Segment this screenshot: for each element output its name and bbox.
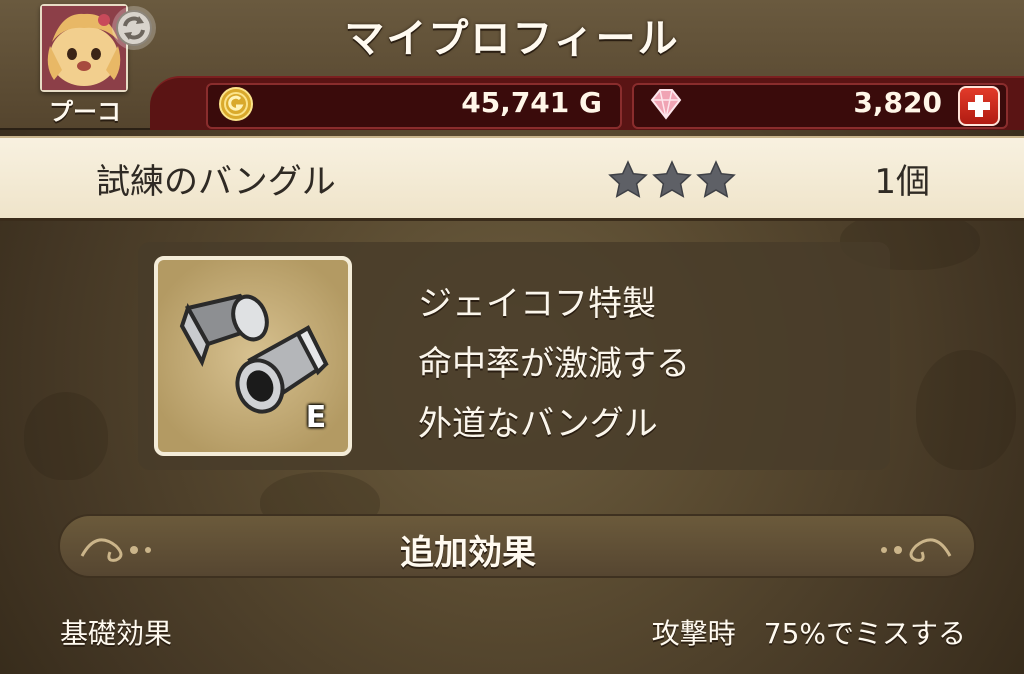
flourish-ornament-icon [881, 538, 952, 562]
item-image: E [154, 256, 352, 456]
item-description-line: 外道なバングル [418, 404, 658, 444]
base-effect-value: 攻撃時 75%でミスする [651, 617, 966, 650]
player-name: プーコ [49, 98, 121, 126]
item-name: 試練のバングル [96, 162, 336, 202]
item-description-line: 命中率が激減する [418, 344, 690, 384]
star-icon [652, 160, 692, 198]
gem-amount: 3,820 [853, 86, 942, 119]
background-ornament [24, 392, 108, 480]
gem-icon [650, 89, 682, 120]
rarity-stars [606, 160, 738, 200]
base-effect-label: 基礎効果 [60, 617, 173, 650]
item-description-line: ジェイコフ特製 [418, 284, 656, 324]
background-ornament [916, 350, 1016, 470]
switch-avatar-button[interactable] [112, 6, 156, 50]
gold-coin-icon [219, 87, 253, 121]
star-icon [696, 160, 736, 198]
plus-icon [968, 95, 990, 117]
item-count: 1個 [874, 162, 930, 202]
item-grade-label: E [305, 400, 327, 435]
refresh-icon [116, 10, 152, 46]
gold-amount: 45,741 G [461, 86, 602, 119]
add-gems-button[interactable] [958, 86, 1000, 126]
page-title: マイプロフィール [344, 16, 680, 62]
star-icon [608, 160, 648, 198]
additional-effect-title: 追加効果 [400, 533, 536, 573]
